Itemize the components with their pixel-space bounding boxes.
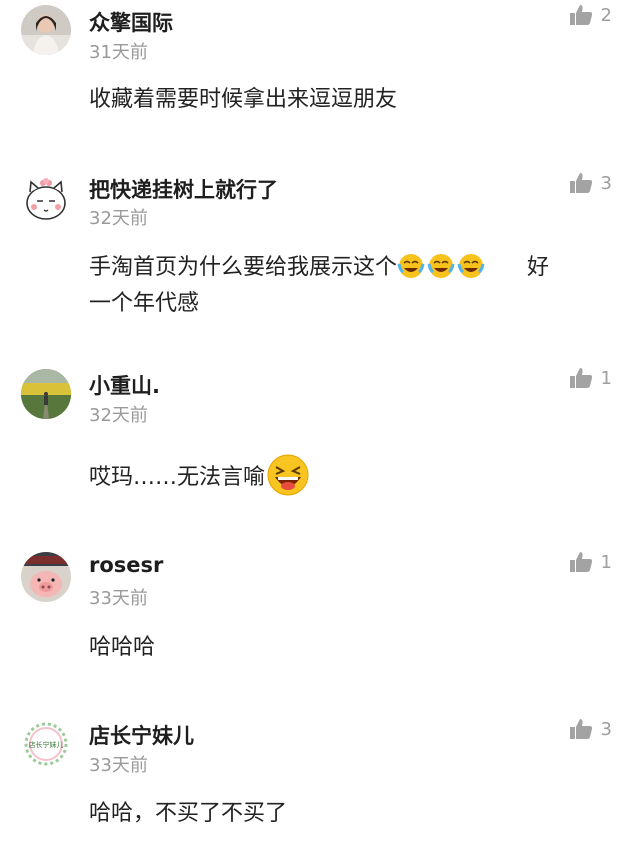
avatar-logo-text: 店长宁妹儿 — [29, 740, 64, 749]
timestamp: 31天前 — [89, 42, 148, 63]
comment-text-part: 哎玛……无法言喻 — [89, 465, 266, 490]
like-count: 3 — [600, 172, 612, 194]
comment-text: 哈哈，不买了不买了 — [89, 801, 288, 826]
timestamp: 32天前 — [89, 208, 148, 229]
like-count: 3 — [600, 718, 612, 740]
username[interactable]: 小重山. — [89, 370, 160, 400]
avatar[interactable] — [21, 174, 71, 224]
like-button[interactable]: 2 — [569, 4, 612, 26]
thumbs-up-icon — [569, 172, 593, 194]
avatar[interactable] — [21, 5, 71, 55]
username[interactable]: 把快递挂树上就行了 — [89, 174, 278, 204]
avatar[interactable] — [21, 369, 71, 419]
comment-text: 哈哈哈 — [89, 635, 156, 660]
thumbs-up-icon — [569, 4, 593, 26]
username[interactable]: 店长宁妹儿 — [89, 720, 194, 750]
like-count: 1 — [600, 551, 612, 573]
thumbs-up-icon — [569, 551, 593, 573]
like-count: 1 — [600, 367, 612, 389]
laughing-emoji — [265, 452, 311, 507]
timestamp: 33天前 — [89, 588, 148, 609]
like-button[interactable]: 3 — [569, 172, 612, 194]
comment-list: 众擎国际 31天前 2 收藏着需要时候拿出来逗逗朋友 把快递挂树上就行了 32天… — [0, 0, 640, 855]
thumbs-up-icon — [569, 367, 593, 389]
comment-text-part: 好 — [527, 255, 550, 280]
comment-text-part: 一个年代感 — [89, 291, 200, 316]
like-button[interactable]: 3 — [569, 718, 612, 740]
avatar[interactable]: 店长宁妹儿 — [21, 719, 71, 769]
comment-text: 收藏着需要时候拿出来逗逗朋友 — [89, 87, 398, 112]
timestamp: 33天前 — [89, 755, 148, 776]
like-button[interactable]: 1 — [569, 551, 612, 573]
tears-of-joy-emoji — [397, 252, 487, 289]
like-button[interactable]: 1 — [569, 367, 612, 389]
username[interactable]: rosesr — [89, 553, 163, 577]
comment-text: 哎玛……无法言喻 — [89, 452, 609, 507]
avatar[interactable] — [21, 552, 71, 602]
thumbs-up-icon — [569, 718, 593, 740]
like-count: 2 — [600, 4, 612, 26]
comment-text-part: 手淘首页为什么要给我展示这个 — [89, 255, 398, 280]
username[interactable]: 众擎国际 — [89, 7, 173, 37]
timestamp: 32天前 — [89, 405, 148, 426]
comment-text: 手淘首页为什么要给我展示这个 好 一个年代感 — [89, 252, 609, 319]
